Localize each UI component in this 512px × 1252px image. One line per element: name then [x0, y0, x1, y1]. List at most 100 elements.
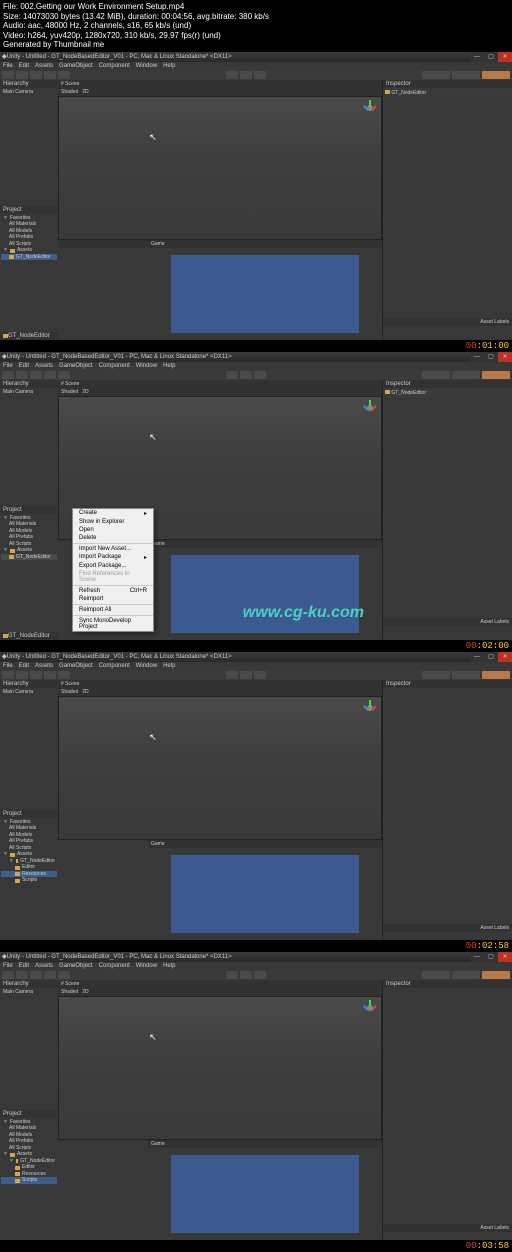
step-button[interactable]	[254, 371, 266, 379]
pause-button[interactable]	[240, 671, 252, 679]
hierarchy-panel[interactable]: Main Camera	[0, 988, 58, 1110]
menu-file[interactable]: File	[3, 663, 13, 669]
pause-button[interactable]	[240, 371, 252, 379]
scene-tab[interactable]: # Scene	[61, 81, 79, 87]
menu-file[interactable]: File	[3, 363, 13, 369]
rect-tool[interactable]	[58, 71, 70, 79]
scene-view[interactable]: ↖	[58, 696, 382, 840]
menu-window[interactable]: Window	[136, 363, 157, 369]
shaded-dropdown[interactable]: Shaded	[61, 389, 78, 395]
play-button[interactable]	[226, 71, 238, 79]
layers-dropdown[interactable]	[422, 671, 450, 679]
hierarchy-item[interactable]: Main Camera	[1, 389, 57, 396]
scene-tab[interactable]: # Scene	[61, 381, 79, 387]
layout-accent[interactable]	[482, 71, 510, 79]
scene-tab[interactable]: # Scene	[61, 981, 79, 987]
ctx-export-package[interactable]: Export Package...	[73, 562, 153, 570]
hand-tool[interactable]	[2, 671, 14, 679]
menu-assets[interactable]: Assets	[35, 963, 53, 969]
menu-component[interactable]: Component	[99, 963, 130, 969]
orientation-gizmo[interactable]	[363, 1001, 377, 1015]
2d-toggle[interactable]: 2D	[82, 89, 88, 95]
minimize-button[interactable]: —	[470, 952, 484, 962]
menu-edit[interactable]: Edit	[19, 63, 29, 69]
menu-window[interactable]: Window	[136, 963, 157, 969]
menu-help[interactable]: Help	[163, 963, 175, 969]
menu-assets[interactable]: Assets	[35, 63, 53, 69]
layout-dropdown[interactable]	[452, 671, 480, 679]
ctx-sync-monodevelop[interactable]: Sync MonoDevelop Project	[73, 617, 153, 631]
project-panel[interactable]: ▼Favorites All Materials All Models All …	[0, 1118, 58, 1240]
step-button[interactable]	[254, 71, 266, 79]
game-tab[interactable]: Game	[151, 841, 165, 847]
layers-dropdown[interactable]	[422, 71, 450, 79]
menu-component[interactable]: Component	[99, 63, 130, 69]
rotate-tool[interactable]	[30, 71, 42, 79]
play-button[interactable]	[226, 671, 238, 679]
scene-view[interactable]: ↖	[58, 996, 382, 1140]
menu-edit[interactable]: Edit	[19, 963, 29, 969]
hand-tool[interactable]	[2, 371, 14, 379]
game-view[interactable]	[148, 548, 382, 640]
project-panel[interactable]: ▼Favorites All Materials All Models All …	[0, 514, 58, 632]
asset-labels[interactable]: Asset Labels	[383, 1224, 512, 1232]
ctx-open[interactable]: Open	[73, 526, 153, 534]
hand-tool[interactable]	[2, 971, 14, 979]
menu-component[interactable]: Component	[99, 663, 130, 669]
layers-dropdown[interactable]	[422, 371, 450, 379]
scale-tool[interactable]	[44, 71, 56, 79]
move-tool[interactable]	[16, 971, 28, 979]
menu-file[interactable]: File	[3, 63, 13, 69]
scale-tool[interactable]	[44, 371, 56, 379]
ctx-reimport-all[interactable]: Reimport All	[73, 606, 153, 614]
game-tab[interactable]: Game	[151, 241, 165, 247]
scene-view[interactable]: ↖	[58, 96, 382, 240]
project-tab[interactable]: Project	[0, 810, 58, 818]
minimize-button[interactable]: —	[470, 52, 484, 62]
layers-dropdown[interactable]	[422, 971, 450, 979]
menu-help[interactable]: Help	[163, 663, 175, 669]
close-button[interactable]: ✕	[498, 652, 512, 662]
maximize-button[interactable]: ▢	[484, 952, 498, 962]
orientation-gizmo[interactable]	[363, 101, 377, 115]
project-panel[interactable]: ▼Favorites All Materials All Models All …	[0, 818, 58, 940]
ctx-create[interactable]: Create▸	[73, 509, 153, 518]
scene-tab[interactable]: # Scene	[61, 681, 79, 687]
rotate-tool[interactable]	[30, 371, 42, 379]
project-tab[interactable]: Project	[0, 1110, 58, 1118]
layout-dropdown[interactable]	[452, 971, 480, 979]
ctx-show-explorer[interactable]: Show in Explorer	[73, 518, 153, 526]
asset-item[interactable]: GT_NodeEditor	[1, 554, 57, 561]
orientation-gizmo[interactable]	[363, 401, 377, 415]
inspector-tab[interactable]: Inspector	[383, 80, 512, 88]
hierarchy-panel[interactable]: Main Camera	[0, 88, 58, 206]
menu-assets[interactable]: Assets	[35, 363, 53, 369]
ctx-import-asset[interactable]: Import New Asset...	[73, 545, 153, 553]
menu-file[interactable]: File	[3, 963, 13, 969]
game-view[interactable]	[148, 1148, 382, 1240]
hierarchy-item[interactable]: Main Camera	[1, 989, 57, 996]
asset-labels[interactable]: Asset Labels	[383, 924, 512, 932]
close-button[interactable]: ✕	[498, 52, 512, 62]
menu-gameobject[interactable]: GameObject	[59, 63, 93, 69]
rotate-tool[interactable]	[30, 971, 42, 979]
scale-tool[interactable]	[44, 971, 56, 979]
ctx-reimport[interactable]: Reimport	[73, 595, 153, 603]
close-button[interactable]: ✕	[498, 952, 512, 962]
maximize-button[interactable]: ▢	[484, 352, 498, 362]
hand-tool[interactable]	[2, 71, 14, 79]
asset-labels[interactable]: Asset Labels	[383, 618, 512, 626]
menu-gameobject[interactable]: GameObject	[59, 963, 93, 969]
menu-window[interactable]: Window	[136, 663, 157, 669]
ctx-refresh[interactable]: RefreshCtrl+R	[73, 587, 153, 595]
minimize-button[interactable]: —	[470, 652, 484, 662]
project-tab[interactable]: Project	[0, 506, 58, 514]
close-button[interactable]: ✕	[498, 352, 512, 362]
game-side-tab[interactable]	[58, 240, 148, 248]
hierarchy-item[interactable]: Main Camera	[1, 89, 57, 96]
minimize-button[interactable]: —	[470, 352, 484, 362]
orientation-gizmo[interactable]	[363, 701, 377, 715]
2d-toggle[interactable]: 2D	[82, 389, 88, 395]
ctx-import-package[interactable]: Import Package▸	[73, 553, 153, 562]
hierarchy-panel[interactable]: Main Camera	[0, 388, 58, 506]
